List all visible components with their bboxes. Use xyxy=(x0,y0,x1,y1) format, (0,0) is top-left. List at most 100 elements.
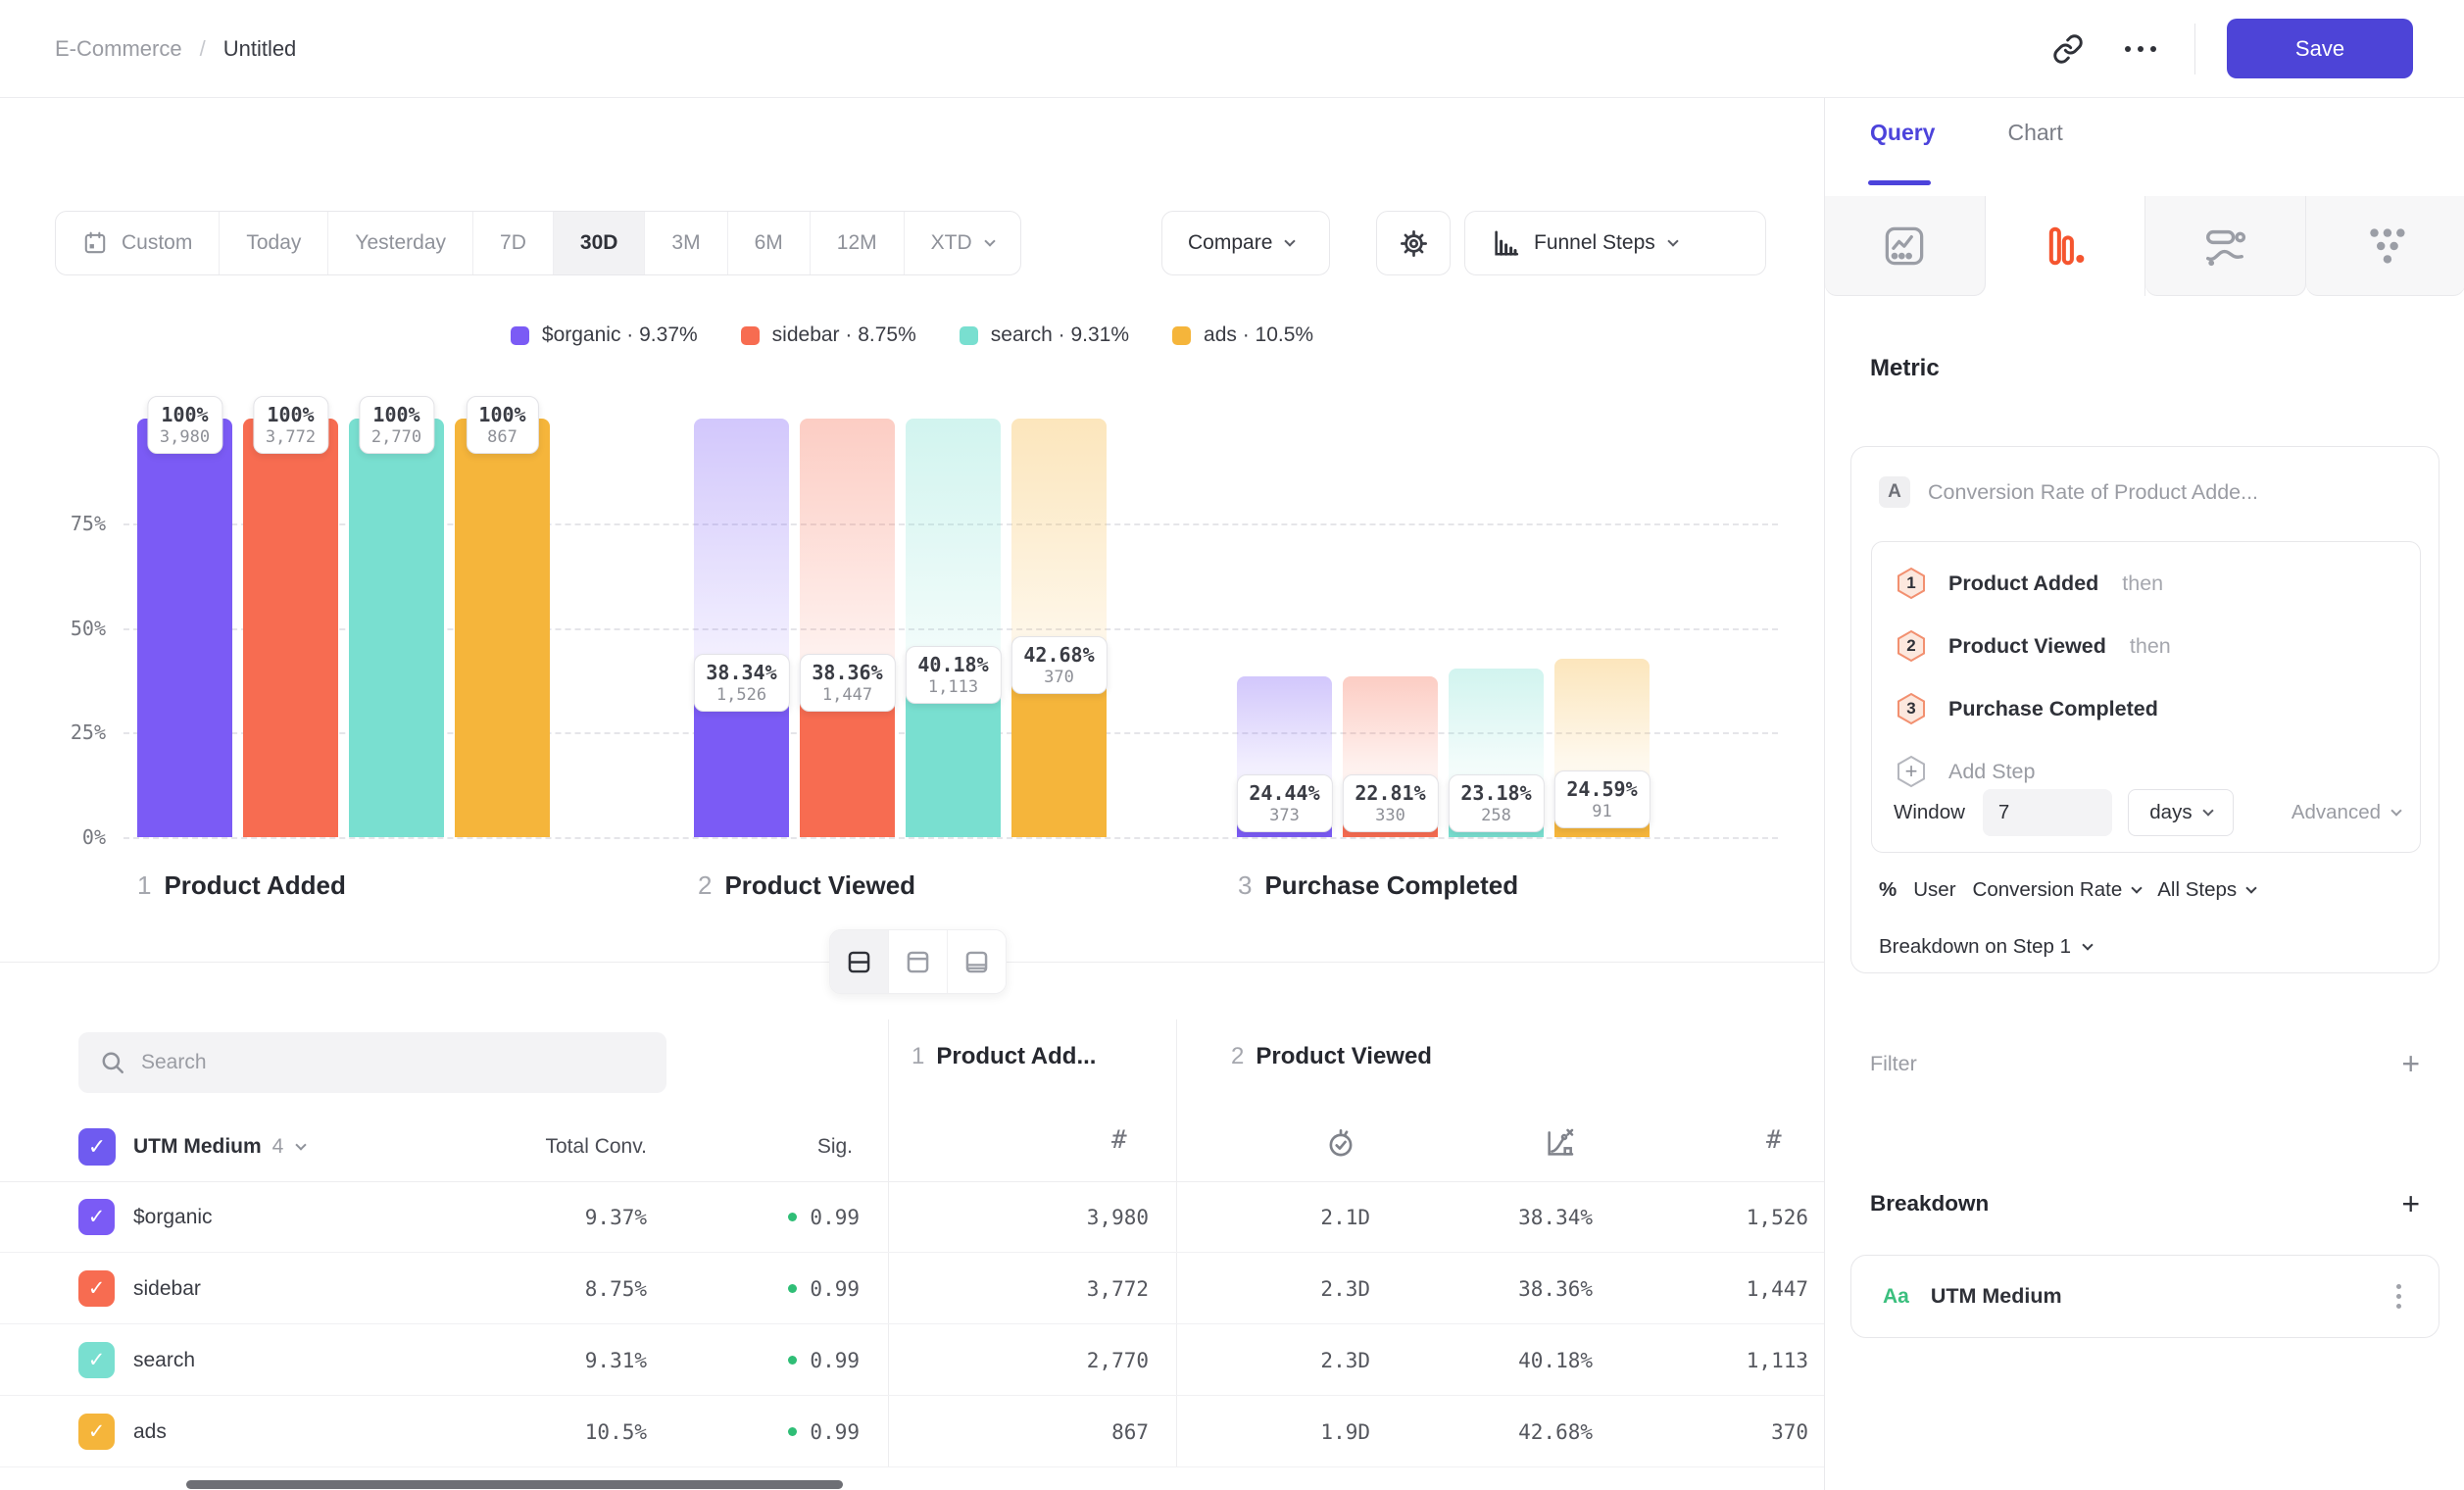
chart-type-scatter-tab[interactable] xyxy=(2306,196,2464,296)
more-menu-button[interactable] xyxy=(2118,26,2163,72)
chart-type-flow-tab[interactable] xyxy=(2145,196,2306,296)
layout-top-button[interactable] xyxy=(889,930,948,993)
date-range-yesterday[interactable]: Yesterday xyxy=(328,212,473,274)
metric-summary[interactable]: A Conversion Rate of Product Adde... xyxy=(1879,476,2258,508)
add-breakdown-button[interactable]: + xyxy=(2401,1188,2420,1219)
total-conv-header[interactable]: Total Conv. xyxy=(451,1128,647,1166)
breakdown-section-row: Breakdown + xyxy=(1825,1179,2464,1228)
breakdown-item[interactable]: Aa UTM Medium xyxy=(1850,1255,2439,1338)
metric-letter-badge: A xyxy=(1879,476,1910,508)
bar-search-step3[interactable]: 23.18%258 xyxy=(1449,419,1544,837)
bar-sidebar-step1[interactable]: 100%3,772 xyxy=(243,419,338,837)
row-checkbox[interactable]: ✓ xyxy=(78,1199,115,1235)
legend-item-sidebar[interactable]: sidebar · 8.75% xyxy=(741,323,916,347)
bar-ads-step2[interactable]: 42.68%370 xyxy=(1011,419,1107,837)
table-row-organic[interactable]: ✓$organic9.37%0.993,9802.1D38.34%1,526 xyxy=(0,1181,1824,1253)
share-link-button[interactable] xyxy=(2045,26,2091,72)
horizontal-scrollbar[interactable] xyxy=(186,1480,843,1489)
step-metric-value: 40.18% xyxy=(1397,1324,1593,1396)
window-unit-select[interactable]: days xyxy=(2128,789,2234,836)
funnel-step-group-2: 38.34%1,52638.36%1,44740.18%1,11342.68%3… xyxy=(694,419,1107,837)
legend-swatch xyxy=(511,326,529,345)
panel-tabs: Query Chart xyxy=(1870,120,2063,146)
bar-sidebar-step2[interactable]: 38.36%1,447 xyxy=(800,419,895,837)
save-button[interactable]: Save xyxy=(2227,19,2413,78)
breakdown-label: Breakdown xyxy=(1870,1191,1989,1217)
sig-header[interactable]: Sig. xyxy=(706,1128,853,1166)
chart-type-line-tab[interactable] xyxy=(1825,196,1986,296)
legend-item-ads[interactable]: ads · 10.5% xyxy=(1172,323,1313,347)
group-by-header[interactable]: UTM Medium 4 xyxy=(133,1128,305,1166)
bar-search-step1[interactable]: 100%2,770 xyxy=(349,419,444,837)
legend-item-search[interactable]: search · 9.31% xyxy=(960,323,1129,347)
chart-type-button[interactable]: Funnel Steps xyxy=(1464,211,1766,275)
date-range-12m[interactable]: 12M xyxy=(811,212,905,274)
significance-value: 0.99 xyxy=(657,1396,860,1467)
bar-organic-step2[interactable]: 38.34%1,526 xyxy=(694,419,789,837)
all-steps-select[interactable]: All Steps xyxy=(2157,878,2255,902)
chart-type-funnel-tab[interactable] xyxy=(1986,196,2146,296)
significance-dot xyxy=(788,1213,797,1221)
date-range-today[interactable]: Today xyxy=(220,212,328,274)
table-row-search[interactable]: ✓search9.31%0.992,7702.3D40.18%1,113 xyxy=(0,1324,1824,1396)
window-value-input[interactable] xyxy=(1983,789,2112,836)
step-number-hexagon-icon: 1 xyxy=(1894,566,1929,601)
bar-organic-step3[interactable]: 24.44%373 xyxy=(1237,419,1332,837)
legend-swatch xyxy=(960,326,978,345)
total-conversion-value: 8.75% xyxy=(451,1253,647,1324)
tab-chart[interactable]: Chart xyxy=(2007,120,2062,146)
bar-sidebar-step3[interactable]: 22.81%330 xyxy=(1343,419,1438,837)
layout-split-button[interactable] xyxy=(830,930,889,993)
compare-button[interactable]: Compare xyxy=(1161,211,1330,275)
advanced-toggle[interactable]: Advanced xyxy=(2292,801,2400,824)
bar-value-chip: 100%3,772 xyxy=(253,396,328,454)
chart-type-tabs xyxy=(1825,196,2464,296)
bar-ads-step1[interactable]: 100%867 xyxy=(455,419,550,837)
header-divider xyxy=(2194,24,2195,74)
user-label[interactable]: User xyxy=(1913,878,1955,902)
date-range-xtd[interactable]: XTD xyxy=(905,212,1020,274)
row-checkbox[interactable]: ✓ xyxy=(78,1342,115,1378)
panel-step-2[interactable]: 2Product Viewedthen xyxy=(1894,619,2171,673)
add-filter-button[interactable]: + xyxy=(2401,1048,2420,1079)
date-range-6m[interactable]: 6M xyxy=(728,212,811,274)
date-range-custom[interactable]: Custom xyxy=(56,212,220,274)
row-label: $organic xyxy=(133,1181,213,1253)
significance-value: 0.99 xyxy=(657,1253,860,1324)
search-input[interactable] xyxy=(141,1051,645,1074)
conversion-rate-icon xyxy=(1545,1127,1576,1159)
panel-step-3[interactable]: 3Purchase Completed xyxy=(1894,681,2158,736)
date-range-30d[interactable]: 30D xyxy=(554,212,646,274)
step-metric-value: 1,447 xyxy=(1612,1253,1808,1324)
select-all-checkbox[interactable]: ✓ xyxy=(78,1128,116,1166)
bar-value-chip: 100%867 xyxy=(466,396,538,454)
breadcrumb-project[interactable]: E-Commerce xyxy=(55,36,182,62)
layout-bottom-button[interactable] xyxy=(948,930,1006,993)
settings-button[interactable] xyxy=(1376,211,1451,275)
row-checkbox[interactable]: ✓ xyxy=(78,1414,115,1450)
main-content: CustomTodayYesterday7D30D3M6M12MXTD Comp… xyxy=(0,98,1824,1490)
breadcrumb-separator: / xyxy=(200,36,206,62)
line-chart-icon xyxy=(1882,224,1927,269)
solid-bar xyxy=(455,419,550,837)
table-row-ads[interactable]: ✓ads10.5%0.998671.9D42.68%370 xyxy=(0,1396,1824,1467)
top-bar: E-Commerce / Untitled Save xyxy=(0,0,2464,98)
tab-query[interactable]: Query xyxy=(1870,120,1935,146)
bar-organic-step1[interactable]: 100%3,980 xyxy=(137,419,232,837)
step-number-hexagon-icon: 3 xyxy=(1894,691,1929,726)
step-metric-value: 1.9D xyxy=(1174,1396,1370,1467)
row-checkbox[interactable]: ✓ xyxy=(78,1270,115,1307)
panel-step-1[interactable]: 1Product Addedthen xyxy=(1894,556,2163,611)
table-row-sidebar[interactable]: ✓sidebar8.75%0.993,7722.3D38.36%1,447 xyxy=(0,1253,1824,1324)
date-range-7d[interactable]: 7D xyxy=(473,212,554,274)
date-range-3m[interactable]: 3M xyxy=(645,212,727,274)
bar-search-step2[interactable]: 40.18%1,113 xyxy=(906,419,1001,837)
breakdown-on-step-select[interactable]: Breakdown on Step 1 xyxy=(1879,927,2092,967)
conversion-rate-select[interactable]: Conversion Rate xyxy=(1973,878,2142,902)
bar-value-chip: 23.18%258 xyxy=(1448,774,1544,832)
breakdown-options-button[interactable] xyxy=(2390,1278,2407,1315)
bar-ads-step3[interactable]: 24.59%91 xyxy=(1554,419,1650,837)
significance-dot xyxy=(788,1284,797,1293)
legend-item-organic[interactable]: $organic · 9.37% xyxy=(511,323,698,347)
breadcrumb-title[interactable]: Untitled xyxy=(223,36,297,62)
